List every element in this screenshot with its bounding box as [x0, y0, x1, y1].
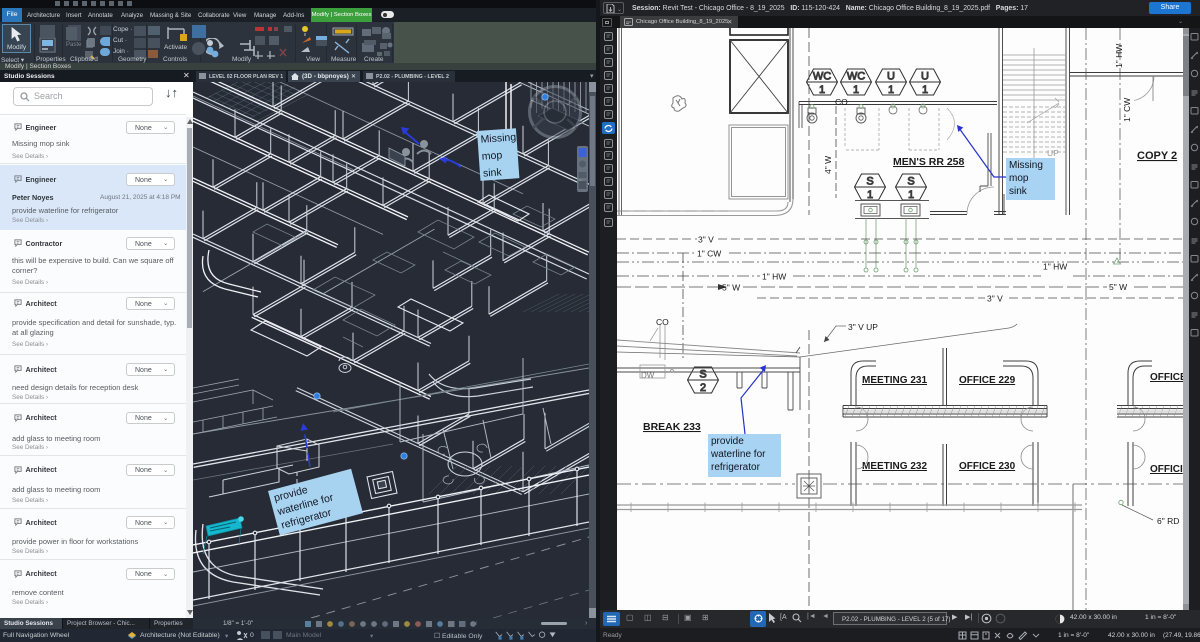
- svg-text:WC: WC: [847, 71, 865, 83]
- svg-text:3" V: 3" V: [698, 235, 714, 245]
- svg-text:CO: CO: [835, 97, 848, 107]
- svg-text:1" HW: 1" HW: [762, 272, 786, 282]
- svg-text:OFFICI: OFFICI: [1150, 464, 1183, 475]
- svg-text:U: U: [921, 71, 929, 83]
- svg-text:COPY 2: COPY 2: [1137, 150, 1177, 162]
- svg-text:5" W: 5" W: [1109, 282, 1127, 292]
- svg-text:1: 1: [908, 189, 914, 201]
- svg-text:OFFICE 230: OFFICE 230: [959, 461, 1016, 472]
- svg-text:1: 1: [922, 84, 928, 96]
- svg-text:1: 1: [853, 84, 859, 96]
- svg-text:4" W: 4" W: [823, 156, 833, 174]
- svg-text:OFFICE 229: OFFICE 229: [959, 375, 1016, 386]
- svg-text:WC: WC: [813, 71, 831, 83]
- svg-text:refrigerator: refrigerator: [711, 462, 761, 473]
- svg-text:S: S: [699, 369, 706, 381]
- svg-text:1" HW: 1" HW: [1043, 262, 1067, 272]
- svg-text:3" V UP: 3" V UP: [848, 322, 878, 332]
- svg-text:Missing: Missing: [480, 131, 517, 145]
- svg-text:3" V: 3" V: [987, 294, 1003, 304]
- svg-text:mop: mop: [481, 149, 502, 162]
- svg-text:6" RD: 6" RD: [1157, 516, 1179, 526]
- svg-text:1: 1: [888, 84, 894, 96]
- svg-text:mop: mop: [1009, 173, 1029, 184]
- svg-text:1" HW: 1" HW: [1114, 44, 1124, 68]
- svg-text:provide: provide: [711, 436, 744, 447]
- svg-text:2: 2: [700, 382, 706, 394]
- svg-text:waterline for: waterline for: [710, 449, 766, 460]
- svg-text:U: U: [887, 71, 895, 83]
- svg-text:1" CW: 1" CW: [1122, 98, 1132, 122]
- svg-text:S: S: [907, 176, 914, 188]
- svg-text:1" CW: 1" CW: [697, 249, 721, 259]
- svg-text:OFFICE: OFFICE: [1150, 372, 1183, 383]
- svg-text:MEETING 232: MEETING 232: [862, 461, 927, 472]
- svg-text:1: 1: [867, 189, 873, 201]
- svg-text:CO: CO: [656, 317, 669, 327]
- svg-text:UP: UP: [1047, 148, 1059, 158]
- svg-text:MEN'S RR 258: MEN'S RR 258: [893, 156, 965, 168]
- svg-text:S: S: [866, 176, 873, 188]
- svg-text:BREAK 233: BREAK 233: [643, 421, 701, 433]
- svg-text:sink: sink: [483, 166, 503, 179]
- svg-text:1: 1: [819, 84, 825, 96]
- svg-text:sink: sink: [1009, 186, 1028, 197]
- svg-text:5" W: 5" W: [722, 283, 740, 293]
- svg-text:Missing: Missing: [1009, 160, 1043, 171]
- svg-text:MEETING 231: MEETING 231: [862, 375, 927, 386]
